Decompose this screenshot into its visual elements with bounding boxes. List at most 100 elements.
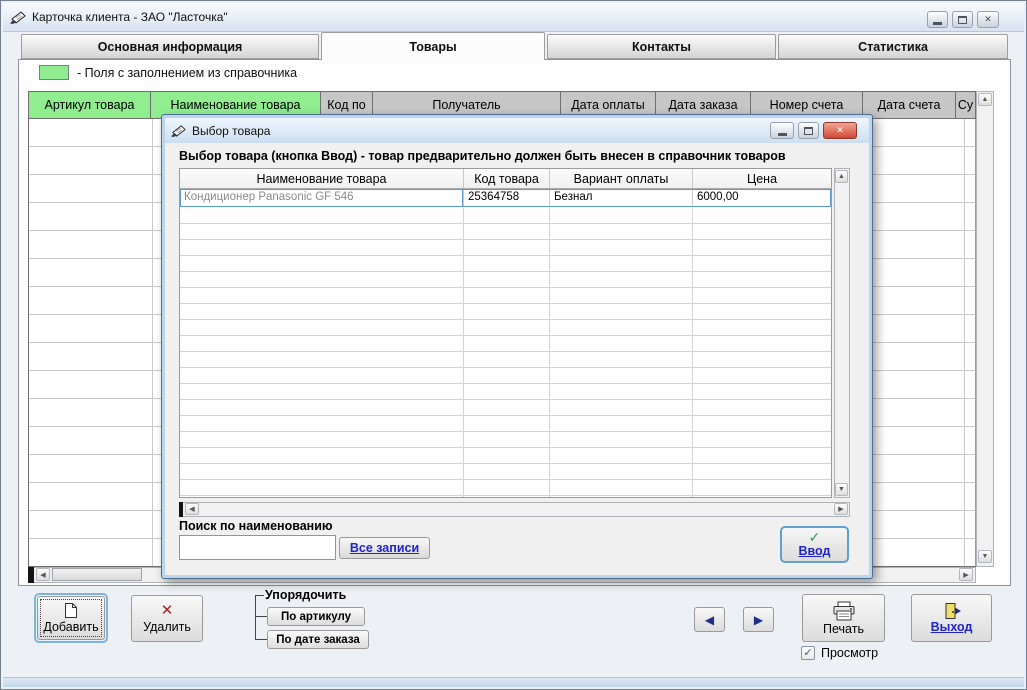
product-name-cell[interactable]: Кондиционер Panasonic GF 546 [180,189,463,207]
dialog-instruction: Выбор товара (кнопка Ввод) - товар предв… [179,149,786,163]
order-group-bracket [255,595,256,639]
scroll-right-button[interactable]: ▶ [834,503,848,515]
print-button-label: Печать [823,621,864,636]
product-table-header: Наименование товара Код товара Вариант о… [180,169,831,189]
delete-cross-icon: ✕ [160,602,174,619]
column-header-payment-type[interactable]: Вариант оплаты [549,169,692,188]
close-icon: ✕ [836,125,844,135]
order-by-order-date-button[interactable]: По дате заказа [267,630,369,649]
dialog-close-button[interactable]: ✕ [823,122,857,139]
product-select-dialog: Выбор товара ✕ Выбор товара (кнопка Ввод… [161,114,873,579]
client-card-icon [10,11,26,24]
client-card-window: Карточка клиента - ЗАО "Ласточка" ✕ Осно… [0,0,1027,690]
dialog-content: Выбор товара (кнопка Ввод) - товар предв… [165,143,869,575]
scrollbar-thumb[interactable] [52,568,142,581]
scroll-left-button[interactable]: ◀ [185,503,199,515]
enter-button[interactable]: ✓ Ввод [780,526,849,563]
add-button[interactable]: Добавить [37,596,105,640]
tab-statistics[interactable]: Статистика [778,34,1008,59]
scroll-up-icon: ▲ [838,173,845,180]
window-titlebar: Карточка клиента - ЗАО "Ласточка" [3,3,1024,32]
scroll-down-button[interactable]: ▼ [978,550,992,563]
scroll-right-button[interactable]: ▶ [959,568,973,581]
minimize-icon [933,21,942,25]
print-button[interactable]: Печать [802,594,885,642]
maximize-button[interactable] [952,11,973,28]
maximize-icon [958,15,967,24]
order-by-article-button[interactable]: По артикулу [267,607,365,626]
dialog-titlebar: Выбор товара [165,118,869,143]
product-code-cell[interactable]: 25364758 [463,189,549,207]
tab-products[interactable]: Товары [321,32,545,60]
window-bottom-frame [3,677,1024,687]
enter-button-label: Ввод [798,544,831,558]
scroll-up-button[interactable]: ▲ [978,93,992,106]
close-icon: ✕ [984,14,992,24]
column-header-product-name[interactable]: Наименование товара [180,169,463,188]
search-input[interactable] [179,535,336,560]
vertical-scrollbar[interactable] [976,91,994,567]
scroll-right-icon: ▶ [963,571,969,579]
all-records-button[interactable]: Все записи [339,537,430,559]
maximize-icon [804,126,813,135]
product-table: Наименование товара Код товара Вариант о… [179,168,832,498]
column-header-sum[interactable]: Су [955,91,976,119]
legend-label: - Поля с заполнением из справочника [77,66,298,80]
dialog-horizontal-scrollbar[interactable] [179,502,850,517]
product-select-icon [171,125,186,137]
scroll-left-icon: ◀ [189,506,195,513]
previous-record-button[interactable]: ◀ [694,607,725,632]
scroll-up-icon: ▲ [981,96,989,103]
check-icon: ✓ [808,529,821,545]
all-records-label: Все записи [349,541,420,555]
delete-button-label: Удалить [143,620,191,634]
exit-door-icon [945,603,961,619]
column-header-invoice-date[interactable]: Дата счета [862,91,956,119]
scroll-down-icon: ▼ [981,553,989,560]
close-button[interactable]: ✕ [977,11,999,28]
legend-green-swatch [39,65,69,80]
arrow-left-icon: ◀ [704,612,715,627]
scrollbar-gripper [28,567,34,583]
scroll-left-icon: ◀ [40,571,46,579]
next-record-button[interactable]: ▶ [743,607,774,632]
price-cell[interactable]: 6000,00 [692,189,831,207]
column-header-product-code[interactable]: Код товара [463,169,549,188]
grid-line [463,208,464,497]
minimize-button[interactable] [927,11,948,28]
delete-button[interactable]: ✕ Удалить [131,595,203,642]
order-group-label: Упорядочить [265,588,347,602]
minimize-icon [777,132,787,136]
window-title: Карточка клиента - ЗАО "Ласточка" [32,10,228,24]
preview-checkbox[interactable]: ✓ [801,646,815,660]
order-group-bracket [255,595,264,596]
preview-checkbox-label: Просмотр [821,646,879,660]
exit-button-label: Выход [930,620,973,634]
product-row-selected[interactable]: Кондиционер Panasonic GF 546 25364758 Бе… [180,189,831,207]
payment-type-cell[interactable]: Безнал [549,189,692,207]
checkbox-check-icon: ✓ [803,647,813,659]
exit-button[interactable]: Выход [911,594,992,642]
order-group-bracket [255,639,267,640]
scrollbar-gripper [179,502,183,517]
search-by-name-label: Поиск по наименованию [179,519,333,533]
tab-contacts[interactable]: Контакты [547,34,776,59]
dialog-minimize-button[interactable] [770,122,794,139]
add-button-label: Добавить [43,620,99,634]
dialog-vertical-scrollbar[interactable] [834,168,850,498]
dialog-maximize-button[interactable] [798,122,819,139]
tab-main-info[interactable]: Основная информация [21,34,319,59]
column-header-price[interactable]: Цена [692,169,831,188]
add-button-focus-ring: Добавить [34,593,108,643]
scroll-up-button[interactable]: ▲ [835,170,848,183]
column-header-article[interactable]: Артикул товара [28,91,151,119]
grid-line [964,119,965,566]
arrow-right-icon: ▶ [753,612,764,627]
printer-icon [833,601,854,620]
new-document-icon [65,603,77,618]
grid-line [152,119,153,566]
product-table-empty-rows[interactable] [180,208,831,497]
scroll-down-button[interactable]: ▼ [835,483,848,496]
scroll-left-button[interactable]: ◀ [36,568,50,581]
grid-line [549,208,550,497]
